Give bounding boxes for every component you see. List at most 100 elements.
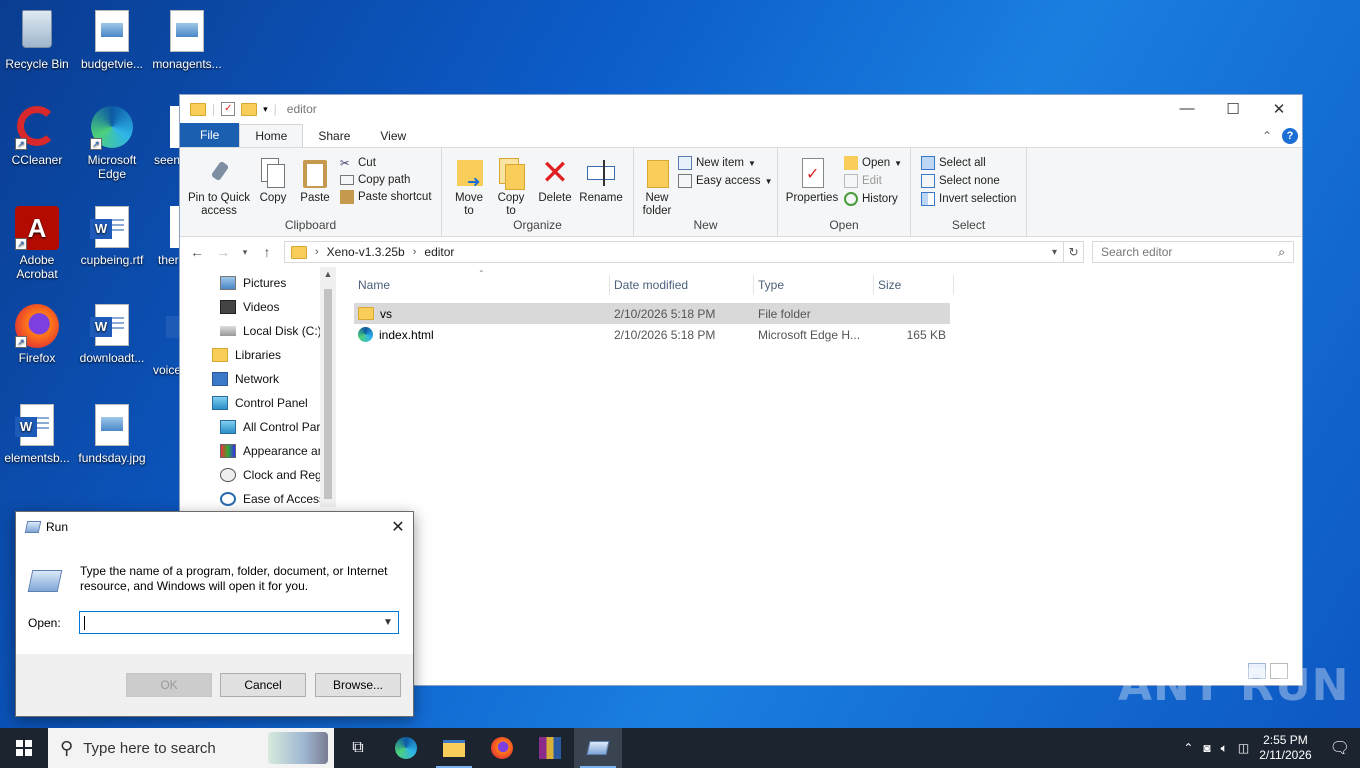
new-folder-icon: [641, 156, 673, 190]
cancel-button[interactable]: Cancel: [220, 673, 306, 697]
select-all-button[interactable]: Select all: [921, 156, 1016, 170]
desktop-icon-recycle-bin[interactable]: Recycle Bin: [1, 10, 73, 71]
desktop-icon-fundsday[interactable]: fundsday.jpg: [76, 404, 148, 465]
close-icon[interactable]: ✕: [383, 517, 413, 537]
history-icon: [844, 192, 858, 206]
desktop-icon-cupbeing[interactable]: W cupbeing.rtf: [76, 206, 148, 267]
file-row[interactable]: index.html 2/10/2026 5:18 PM Microsoft E…: [354, 324, 950, 345]
open-combobox[interactable]: ▼: [79, 611, 399, 634]
ribbon: Pin to Quick access Copy Paste ✂ Cut Copy…: [180, 147, 1302, 237]
scroll-thumb[interactable]: [324, 289, 332, 499]
nav-item-libraries[interactable]: Libraries: [180, 343, 336, 367]
search-highlight-illustration: [268, 732, 328, 764]
taskbar-search[interactable]: ⚲ Type here to search: [48, 728, 334, 768]
task-view-button[interactable]: ⧉: [334, 728, 382, 768]
tab-view[interactable]: View: [365, 125, 421, 147]
taskbar-firefox[interactable]: [478, 728, 526, 768]
run-dialog: Run ✕ Type the name of a program, folder…: [15, 511, 414, 717]
browse-button[interactable]: Browse...: [315, 673, 401, 697]
desktop-icon-voice[interactable]: voice: [146, 304, 180, 377]
new-item-button[interactable]: New item ▼: [678, 156, 772, 170]
tab-share[interactable]: Share: [303, 125, 365, 147]
start-button[interactable]: [0, 728, 48, 768]
select-none-button[interactable]: Select none: [921, 174, 1016, 188]
desktop-icon-seen[interactable]: seen: [146, 106, 180, 167]
breadcrumb-item[interactable]: Xeno-v1.3.25b: [327, 245, 405, 259]
minimize-icon[interactable]: —: [1164, 100, 1210, 118]
nav-item-pictures[interactable]: Pictures: [180, 271, 336, 295]
volume-icon[interactable]: 🔈︎: [1221, 741, 1228, 756]
desktop-icon-monagents[interactable]: monagents...: [151, 10, 223, 71]
forward-icon[interactable]: →: [214, 244, 232, 260]
collapse-ribbon-icon[interactable]: ⌃: [1262, 129, 1272, 143]
taskbar-winrar[interactable]: [526, 728, 574, 768]
scroll-up-icon[interactable]: ▲: [320, 269, 336, 279]
invert-selection-icon: [921, 192, 935, 206]
help-icon[interactable]: ?: [1282, 128, 1298, 144]
column-header-date[interactable]: Date modified: [610, 275, 754, 295]
invert-selection-button[interactable]: Invert selection: [921, 192, 1016, 206]
new-folder-icon[interactable]: [241, 102, 258, 116]
column-header-type[interactable]: Type: [754, 275, 874, 295]
taskbar-edge[interactable]: [382, 728, 430, 768]
refresh-icon[interactable]: ↻: [1064, 241, 1084, 263]
paste-shortcut-button[interactable]: Paste shortcut: [340, 190, 432, 204]
clock[interactable]: 2:55 PM 2/11/2026: [1259, 733, 1312, 763]
chevron-up-icon[interactable]: ⌃: [1183, 741, 1193, 755]
open-button[interactable]: Open ▼: [844, 156, 902, 170]
tab-home[interactable]: Home: [239, 124, 304, 147]
desktop-icon-downloadt[interactable]: W downloadt...: [76, 304, 148, 365]
desktop-icon-budgetview[interactable]: budgetvie...: [76, 10, 148, 71]
ok-button[interactable]: OK: [126, 673, 212, 697]
desktop-icon-elementsb[interactable]: W elementsb...: [1, 404, 73, 465]
chevron-down-icon[interactable]: ▼: [378, 617, 398, 628]
edit-button[interactable]: Edit: [844, 174, 902, 188]
nav-item-control-panel[interactable]: Control Panel: [180, 391, 336, 415]
meet-now-icon[interactable]: ◙: [1203, 741, 1210, 755]
tab-file[interactable]: File: [180, 123, 240, 147]
customize-toolbar-icon[interactable]: ▾: [263, 104, 268, 115]
nav-item-local-disk[interactable]: Local Disk (C:): [180, 319, 336, 343]
taskbar-file-explorer[interactable]: [430, 728, 478, 768]
back-icon[interactable]: ←: [188, 244, 206, 260]
nav-item-all-control-panel[interactable]: All Control Par: [180, 415, 336, 439]
file-row[interactable]: vs 2/10/2026 5:18 PM File folder: [354, 303, 950, 324]
address-bar[interactable]: › Xeno-v1.3.25b › editor ▾: [284, 241, 1064, 263]
easy-access-button[interactable]: Easy access ▼: [678, 174, 772, 188]
address-dropdown-icon[interactable]: ▾: [1052, 247, 1057, 258]
maximize-icon[interactable]: ☐: [1210, 100, 1256, 118]
cut-button[interactable]: ✂ Cut: [340, 156, 432, 170]
copy-to-icon: [495, 156, 527, 190]
acrobat-icon: A ↗: [15, 206, 59, 250]
paste-icon: [299, 156, 331, 190]
recent-locations-icon[interactable]: ▾: [240, 247, 250, 258]
desktop-icon-ther[interactable]: ther: [146, 206, 180, 267]
up-icon[interactable]: ↑: [258, 244, 276, 260]
network-icon[interactable]: ◫: [1238, 741, 1249, 755]
close-icon[interactable]: ✕: [1256, 100, 1302, 118]
history-button[interactable]: History: [844, 192, 902, 206]
nav-item-network[interactable]: Network: [180, 367, 336, 391]
nav-item-appearance[interactable]: Appearance an: [180, 439, 336, 463]
copy-path-icon: [340, 175, 354, 185]
desktop-icon-edge[interactable]: ↗ Microsoft Edge: [76, 106, 148, 181]
column-header-name[interactable]: Name: [354, 275, 610, 295]
column-header-size[interactable]: Size: [874, 275, 954, 295]
search-input[interactable]: Search editor ⌕: [1092, 241, 1294, 263]
breadcrumb-item[interactable]: editor: [424, 245, 454, 259]
desktop-icon-acrobat[interactable]: A ↗ Adobe Acrobat: [1, 206, 73, 281]
nav-scrollbar[interactable]: ▲: [320, 267, 336, 507]
group-select: Select all Select none Invert selection …: [911, 148, 1027, 236]
desktop-icon-ccleaner[interactable]: ↗ CCleaner: [1, 106, 73, 167]
nav-item-clock-region[interactable]: Clock and Regi: [180, 463, 336, 487]
drive-icon: [220, 326, 236, 336]
nav-item-videos[interactable]: Videos: [180, 295, 336, 319]
word-document-icon: [166, 316, 180, 360]
properties-icon[interactable]: ✓: [221, 102, 236, 116]
copy-path-button[interactable]: Copy path: [340, 174, 432, 186]
taskbar-run[interactable]: [574, 728, 622, 768]
notifications-icon[interactable]: 🗨︎: [1330, 738, 1350, 758]
desktop-icon-firefox[interactable]: ↗ Firefox: [1, 304, 73, 365]
file-explorer-icon: [443, 739, 465, 757]
nav-item-ease-of-access[interactable]: Ease of Access: [180, 487, 336, 511]
